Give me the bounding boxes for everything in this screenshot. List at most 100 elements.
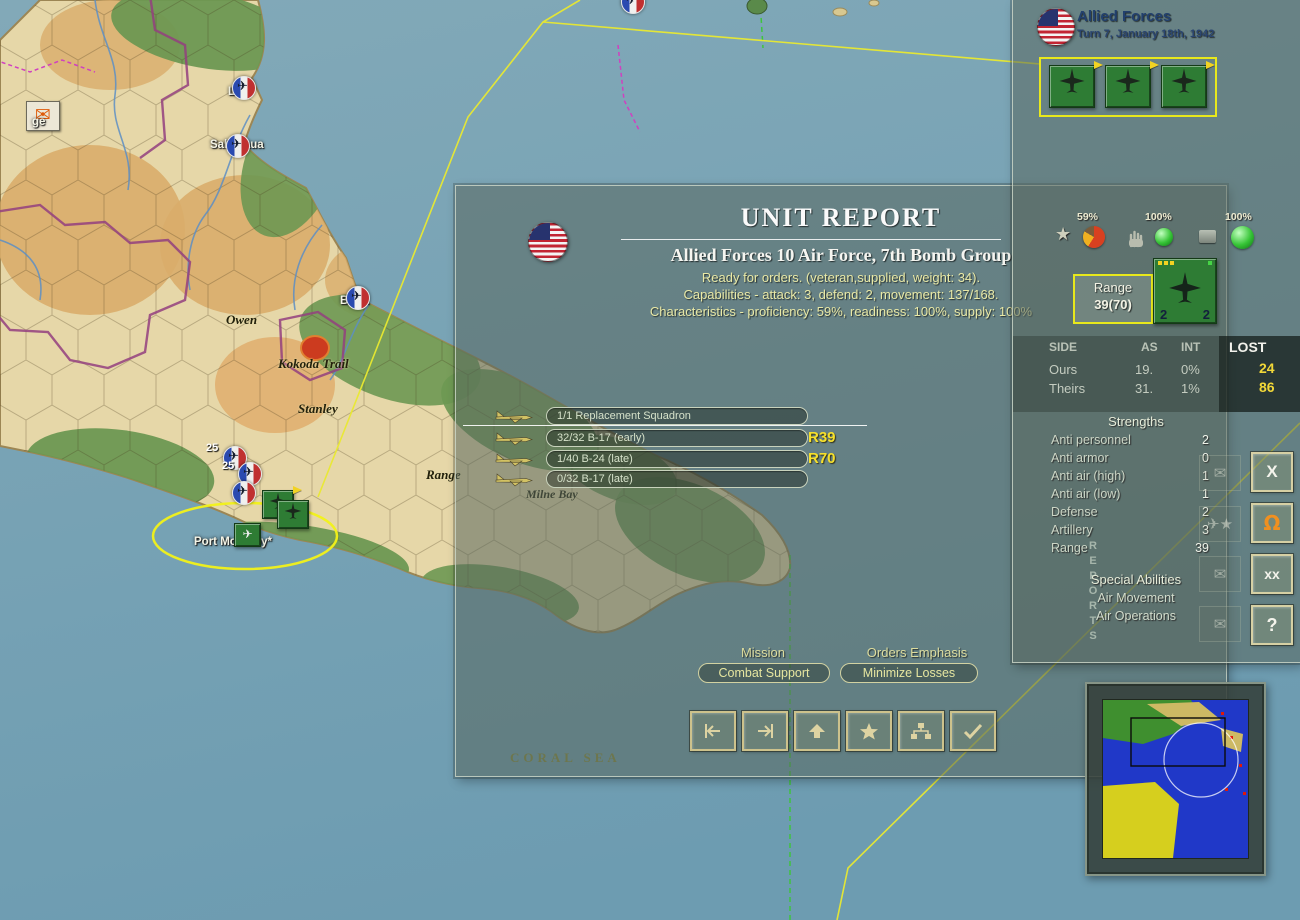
plane-side-icon	[495, 473, 533, 487]
omega-icon: Ω	[1263, 511, 1281, 535]
losses-table: SIDE AS INT LOST Ours 19. 0% 24 Theirs 3…	[1013, 336, 1300, 412]
unit-strength-badge: 25	[206, 442, 219, 454]
strength-label: Anti air (high)	[1051, 469, 1126, 483]
strength-label: Anti armor	[1051, 451, 1109, 465]
cross-icon: X	[1266, 462, 1278, 481]
squadron-range: R39	[808, 429, 836, 446]
pip	[1158, 261, 1162, 265]
col-side: SIDE	[1049, 340, 1078, 354]
objective-flag-icon	[1150, 61, 1159, 69]
losses-as: 31.	[1135, 381, 1154, 396]
mission-label: Mission	[740, 645, 786, 660]
bomber-unit-counter[interactable]	[277, 500, 309, 529]
range-value: 39(70)	[1094, 297, 1132, 312]
air-star-icon: ✈ ★	[1199, 506, 1241, 542]
pip	[1170, 261, 1174, 265]
supply-percent: 100%	[1225, 211, 1252, 223]
pip	[1208, 261, 1212, 265]
prev-unit-button[interactable]	[689, 710, 737, 752]
map-label-fragment: ge	[32, 116, 46, 128]
bomber-icon	[284, 502, 302, 519]
air-unit-pm[interactable]: ✈	[232, 481, 256, 505]
losses-as: 19.	[1135, 362, 1154, 377]
unit-strength-badge: 25	[222, 460, 235, 472]
orders-emphasis-select[interactable]: Minimize Losses	[840, 663, 978, 683]
col-int: INT	[1181, 340, 1201, 354]
air-group-counter[interactable]: ✈	[234, 523, 261, 547]
air-unit-lae[interactable]: ✈	[232, 76, 256, 100]
minimap[interactable]	[1102, 699, 1249, 859]
plane-icon: ✈	[242, 527, 253, 541]
checkmark-icon	[963, 723, 983, 740]
bomber-icon	[1171, 68, 1197, 93]
readiness-ball-icon	[1155, 228, 1173, 246]
map-label-owen: Owen	[226, 312, 258, 327]
readiness-percent: 100%	[1145, 211, 1172, 223]
divide-unit-button[interactable]: xx	[1250, 553, 1294, 595]
losses-int: 1%	[1181, 381, 1200, 396]
plane-icon: ✈	[351, 289, 362, 304]
parent-formation-button[interactable]	[793, 710, 841, 752]
turn-indicator: Turn 7, January 18th, 1942	[1077, 28, 1215, 40]
pip	[1164, 261, 1168, 265]
mission-select[interactable]: Combat Support	[698, 663, 830, 683]
plane-side-icon	[495, 432, 533, 446]
reports-tab[interactable]: REPORTS	[1087, 540, 1099, 645]
strengths-title: Strengths	[1108, 414, 1164, 429]
confirm-button[interactable]	[949, 710, 997, 752]
strength-label: Range	[1051, 541, 1088, 555]
supply-ball-icon	[1231, 226, 1254, 249]
game-screen: ✉ ge Lae* Salamaua Buna Port Moresby* Ow…	[0, 0, 1300, 920]
attack-value: 2	[1160, 307, 1168, 322]
range-label: Range	[1093, 280, 1133, 295]
air-unit-salamaua[interactable]: ✈	[226, 134, 250, 158]
air-unit-top-edge[interactable]: ✈	[621, 0, 645, 14]
squadron-pill[interactable]: 32/32 B-17 (early)	[546, 429, 808, 447]
losses-side: Theirs	[1049, 381, 1086, 396]
stack-counter-1[interactable]	[1049, 61, 1103, 108]
entrench-button[interactable]: Ω	[1250, 502, 1294, 544]
strength-label: Anti air (low)	[1051, 487, 1121, 501]
us-flag-icon	[1037, 8, 1075, 46]
report-envelope-icon: ✉	[1199, 455, 1241, 491]
squadron-range: R70	[808, 450, 836, 467]
hand-icon	[1129, 230, 1143, 248]
losses-lost: 86	[1259, 379, 1275, 395]
proficiency-percent: 59%	[1077, 211, 1099, 223]
selected-stack-box	[1039, 57, 1217, 117]
strength-value: 2	[1202, 433, 1209, 447]
faction-name: Allied Forces	[1077, 8, 1172, 25]
order-of-battle-button[interactable]	[897, 710, 945, 752]
bomber-icon	[1169, 272, 1201, 303]
air-unit-buna[interactable]: ✈	[346, 286, 370, 310]
arrow-to-left-icon	[705, 724, 720, 738]
next-unit-button[interactable]	[741, 710, 789, 752]
plane-side-icon	[495, 410, 533, 424]
force-info-panel: Allied Forces Turn 7, January 18th, 1942…	[1012, 0, 1300, 663]
bomber-icon	[1115, 68, 1141, 93]
losses-side: Ours	[1049, 362, 1078, 377]
arrow-to-right-icon	[758, 724, 773, 738]
elite-status-button[interactable]	[845, 710, 893, 752]
squadron-pill[interactable]: 1/40 B-24 (late)	[546, 450, 808, 468]
org-chart-icon	[911, 723, 931, 739]
stack-counter-2[interactable]	[1105, 61, 1159, 108]
squadron-pill[interactable]: 1/1 Replacement Squadron	[546, 407, 808, 425]
range-box: Range 39(70)	[1073, 274, 1153, 324]
orders-emphasis-label: Orders Emphasis	[866, 645, 968, 660]
col-as: AS	[1141, 340, 1158, 354]
up-arrow-icon	[809, 724, 825, 738]
objective-flag-icon	[1094, 61, 1103, 69]
minimap-panel[interactable]	[1085, 682, 1266, 876]
bomber-icon	[1059, 68, 1085, 93]
selected-unit-counter[interactable]: 2 2	[1153, 258, 1217, 324]
plane-side-icon	[495, 453, 533, 467]
plane-icon: ✈	[626, 0, 637, 8]
objective-flag-icon	[293, 486, 302, 494]
title-rule	[621, 239, 1001, 240]
stack-counter-3[interactable]	[1161, 61, 1215, 108]
squadron-pill[interactable]: 0/32 B-17 (late)	[546, 470, 808, 488]
cross-button[interactable]: X	[1250, 451, 1294, 493]
defense-value: 2	[1202, 307, 1210, 322]
help-button[interactable]: ?	[1250, 604, 1294, 646]
